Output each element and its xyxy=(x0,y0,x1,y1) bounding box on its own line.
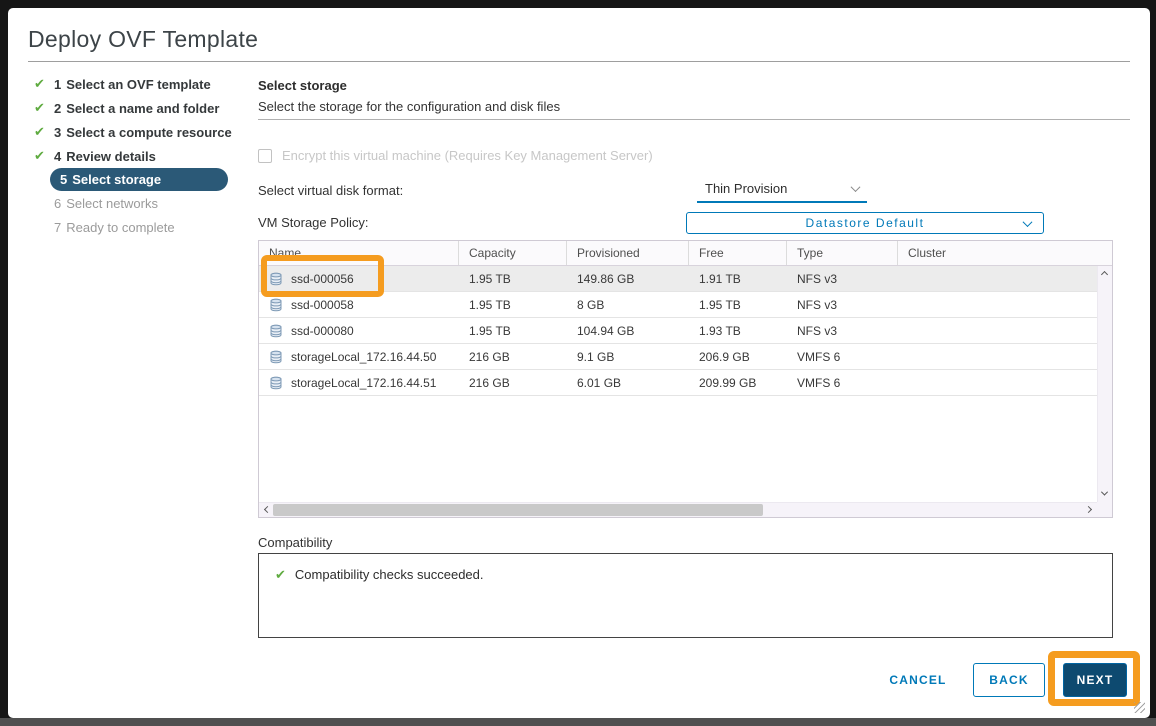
cell-capacity: 1.95 TB xyxy=(459,272,567,286)
scrollbar-corner xyxy=(1097,502,1112,517)
column-header-cluster[interactable]: Cluster xyxy=(898,241,1112,265)
step-6-select-networks: 6 Select networks xyxy=(34,191,248,215)
column-header-type[interactable]: Type xyxy=(787,241,898,265)
cell-provisioned: 8 GB xyxy=(567,298,689,312)
disk-format-value: Thin Provision xyxy=(705,181,787,196)
datastore-table: Name Capacity Provisioned Free Type Clus… xyxy=(258,240,1113,518)
deploy-ovf-template-dialog: Deploy OVF Template ✔ 1 Select an OVF te… xyxy=(8,8,1150,718)
cell-free: 206.9 GB xyxy=(689,350,787,364)
column-header-capacity[interactable]: Capacity xyxy=(459,241,567,265)
step-2-select-name-folder[interactable]: ✔ 2 Select a name and folder xyxy=(34,96,248,120)
step-7-ready-to-complete: 7 Ready to complete xyxy=(34,215,248,239)
datastore-row[interactable]: storageLocal_172.16.44.50 216 GB 9.1 GB … xyxy=(259,344,1097,370)
vertical-scrollbar[interactable] xyxy=(1097,266,1112,502)
cell-type: NFS v3 xyxy=(787,272,898,286)
encrypt-checkbox xyxy=(258,149,272,163)
horizontal-scrollbar[interactable] xyxy=(259,502,1097,517)
cell-free: 209.99 GB xyxy=(689,376,787,390)
datastore-row[interactable]: ssd-000056 1.95 TB 149.86 GB 1.91 TB NFS… xyxy=(259,266,1097,292)
window-bottom-edge xyxy=(0,718,1156,726)
column-header-provisioned[interactable]: Provisioned xyxy=(567,241,689,265)
cell-free: 1.93 TB xyxy=(689,324,787,338)
page-title: Select storage xyxy=(258,78,347,93)
datastore-icon xyxy=(269,376,283,390)
cell-capacity: 216 GB xyxy=(459,376,567,390)
scroll-right-icon[interactable] xyxy=(1085,506,1092,513)
datastore-icon xyxy=(269,272,283,286)
step-1-select-ovf-template[interactable]: ✔ 1 Select an OVF template xyxy=(34,72,248,96)
disk-format-dropdown[interactable]: Thin Provision xyxy=(697,177,867,203)
chevron-down-icon xyxy=(851,182,861,192)
compatibility-label: Compatibility xyxy=(258,535,332,550)
compatibility-message: Compatibility checks succeeded. xyxy=(295,567,484,582)
wizard-steps: ✔ 1 Select an OVF template ✔ 2 Select a … xyxy=(34,72,248,239)
disk-format-label: Select virtual disk format: xyxy=(258,183,403,198)
datastore-row[interactable]: storageLocal_172.16.44.51 216 GB 6.01 GB… xyxy=(259,370,1097,396)
column-header-free[interactable]: Free xyxy=(689,241,787,265)
chevron-down-icon xyxy=(1023,217,1033,227)
step-5-select-storage[interactable]: 5 Select storage xyxy=(50,168,228,191)
page-subtitle: Select the storage for the configuration… xyxy=(258,99,560,114)
scrollbar-thumb[interactable] xyxy=(273,504,763,516)
encrypt-vm-option: Encrypt this virtual machine (Requires K… xyxy=(258,148,653,163)
storage-policy-value: Datastore Default xyxy=(806,216,925,230)
page-background: Deploy OVF Template ✔ 1 Select an OVF te… xyxy=(0,0,1156,726)
datastore-icon xyxy=(269,350,283,364)
datastore-row[interactable]: ssd-000058 1.95 TB 8 GB 1.95 TB NFS v3 xyxy=(259,292,1097,318)
check-icon: ✔ xyxy=(34,100,54,116)
success-check-icon: ✔ xyxy=(275,567,286,583)
title-divider xyxy=(28,61,1130,62)
cell-capacity: 216 GB xyxy=(459,350,567,364)
table-body: ssd-000056 1.95 TB 149.86 GB 1.91 TB NFS… xyxy=(259,266,1097,502)
cell-type: NFS v3 xyxy=(787,324,898,338)
check-icon: ✔ xyxy=(34,76,54,92)
cell-provisioned: 9.1 GB xyxy=(567,350,689,364)
cell-type: VMFS 6 xyxy=(787,350,898,364)
dialog-title: Deploy OVF Template xyxy=(28,26,258,53)
datastore-icon xyxy=(269,324,283,338)
compatibility-box: ✔ Compatibility checks succeeded. xyxy=(258,553,1113,638)
datastore-icon xyxy=(269,298,283,312)
step-3-select-compute-resource[interactable]: ✔ 3 Select a compute resource xyxy=(34,120,248,144)
cell-capacity: 1.95 TB xyxy=(459,298,567,312)
content-divider xyxy=(258,119,1130,120)
resize-grip[interactable] xyxy=(1134,702,1145,713)
scroll-down-icon[interactable] xyxy=(1101,489,1108,496)
cell-type: VMFS 6 xyxy=(787,376,898,390)
cell-provisioned: 149.86 GB xyxy=(567,272,689,286)
storage-policy-label: VM Storage Policy: xyxy=(258,215,369,230)
column-header-name[interactable]: Name xyxy=(259,241,459,265)
cancel-button[interactable]: CANCEL xyxy=(871,663,965,697)
check-icon: ✔ xyxy=(34,148,54,164)
scroll-up-icon[interactable] xyxy=(1101,271,1108,278)
next-button[interactable]: NEXT xyxy=(1063,663,1127,697)
cell-free: 1.91 TB xyxy=(689,272,787,286)
cell-provisioned: 6.01 GB xyxy=(567,376,689,390)
storage-policy-dropdown[interactable]: Datastore Default xyxy=(686,212,1044,234)
datastore-row[interactable]: ssd-000080 1.95 TB 104.94 GB 1.93 TB NFS… xyxy=(259,318,1097,344)
step-4-review-details[interactable]: ✔ 4 Review details xyxy=(34,144,248,168)
scroll-left-icon[interactable] xyxy=(264,506,271,513)
check-icon: ✔ xyxy=(34,124,54,140)
cell-provisioned: 104.94 GB xyxy=(567,324,689,338)
cell-free: 1.95 TB xyxy=(689,298,787,312)
cell-capacity: 1.95 TB xyxy=(459,324,567,338)
table-header: Name Capacity Provisioned Free Type Clus… xyxy=(259,241,1112,266)
back-button[interactable]: BACK xyxy=(973,663,1045,697)
cell-type: NFS v3 xyxy=(787,298,898,312)
encrypt-label: Encrypt this virtual machine (Requires K… xyxy=(282,148,653,163)
